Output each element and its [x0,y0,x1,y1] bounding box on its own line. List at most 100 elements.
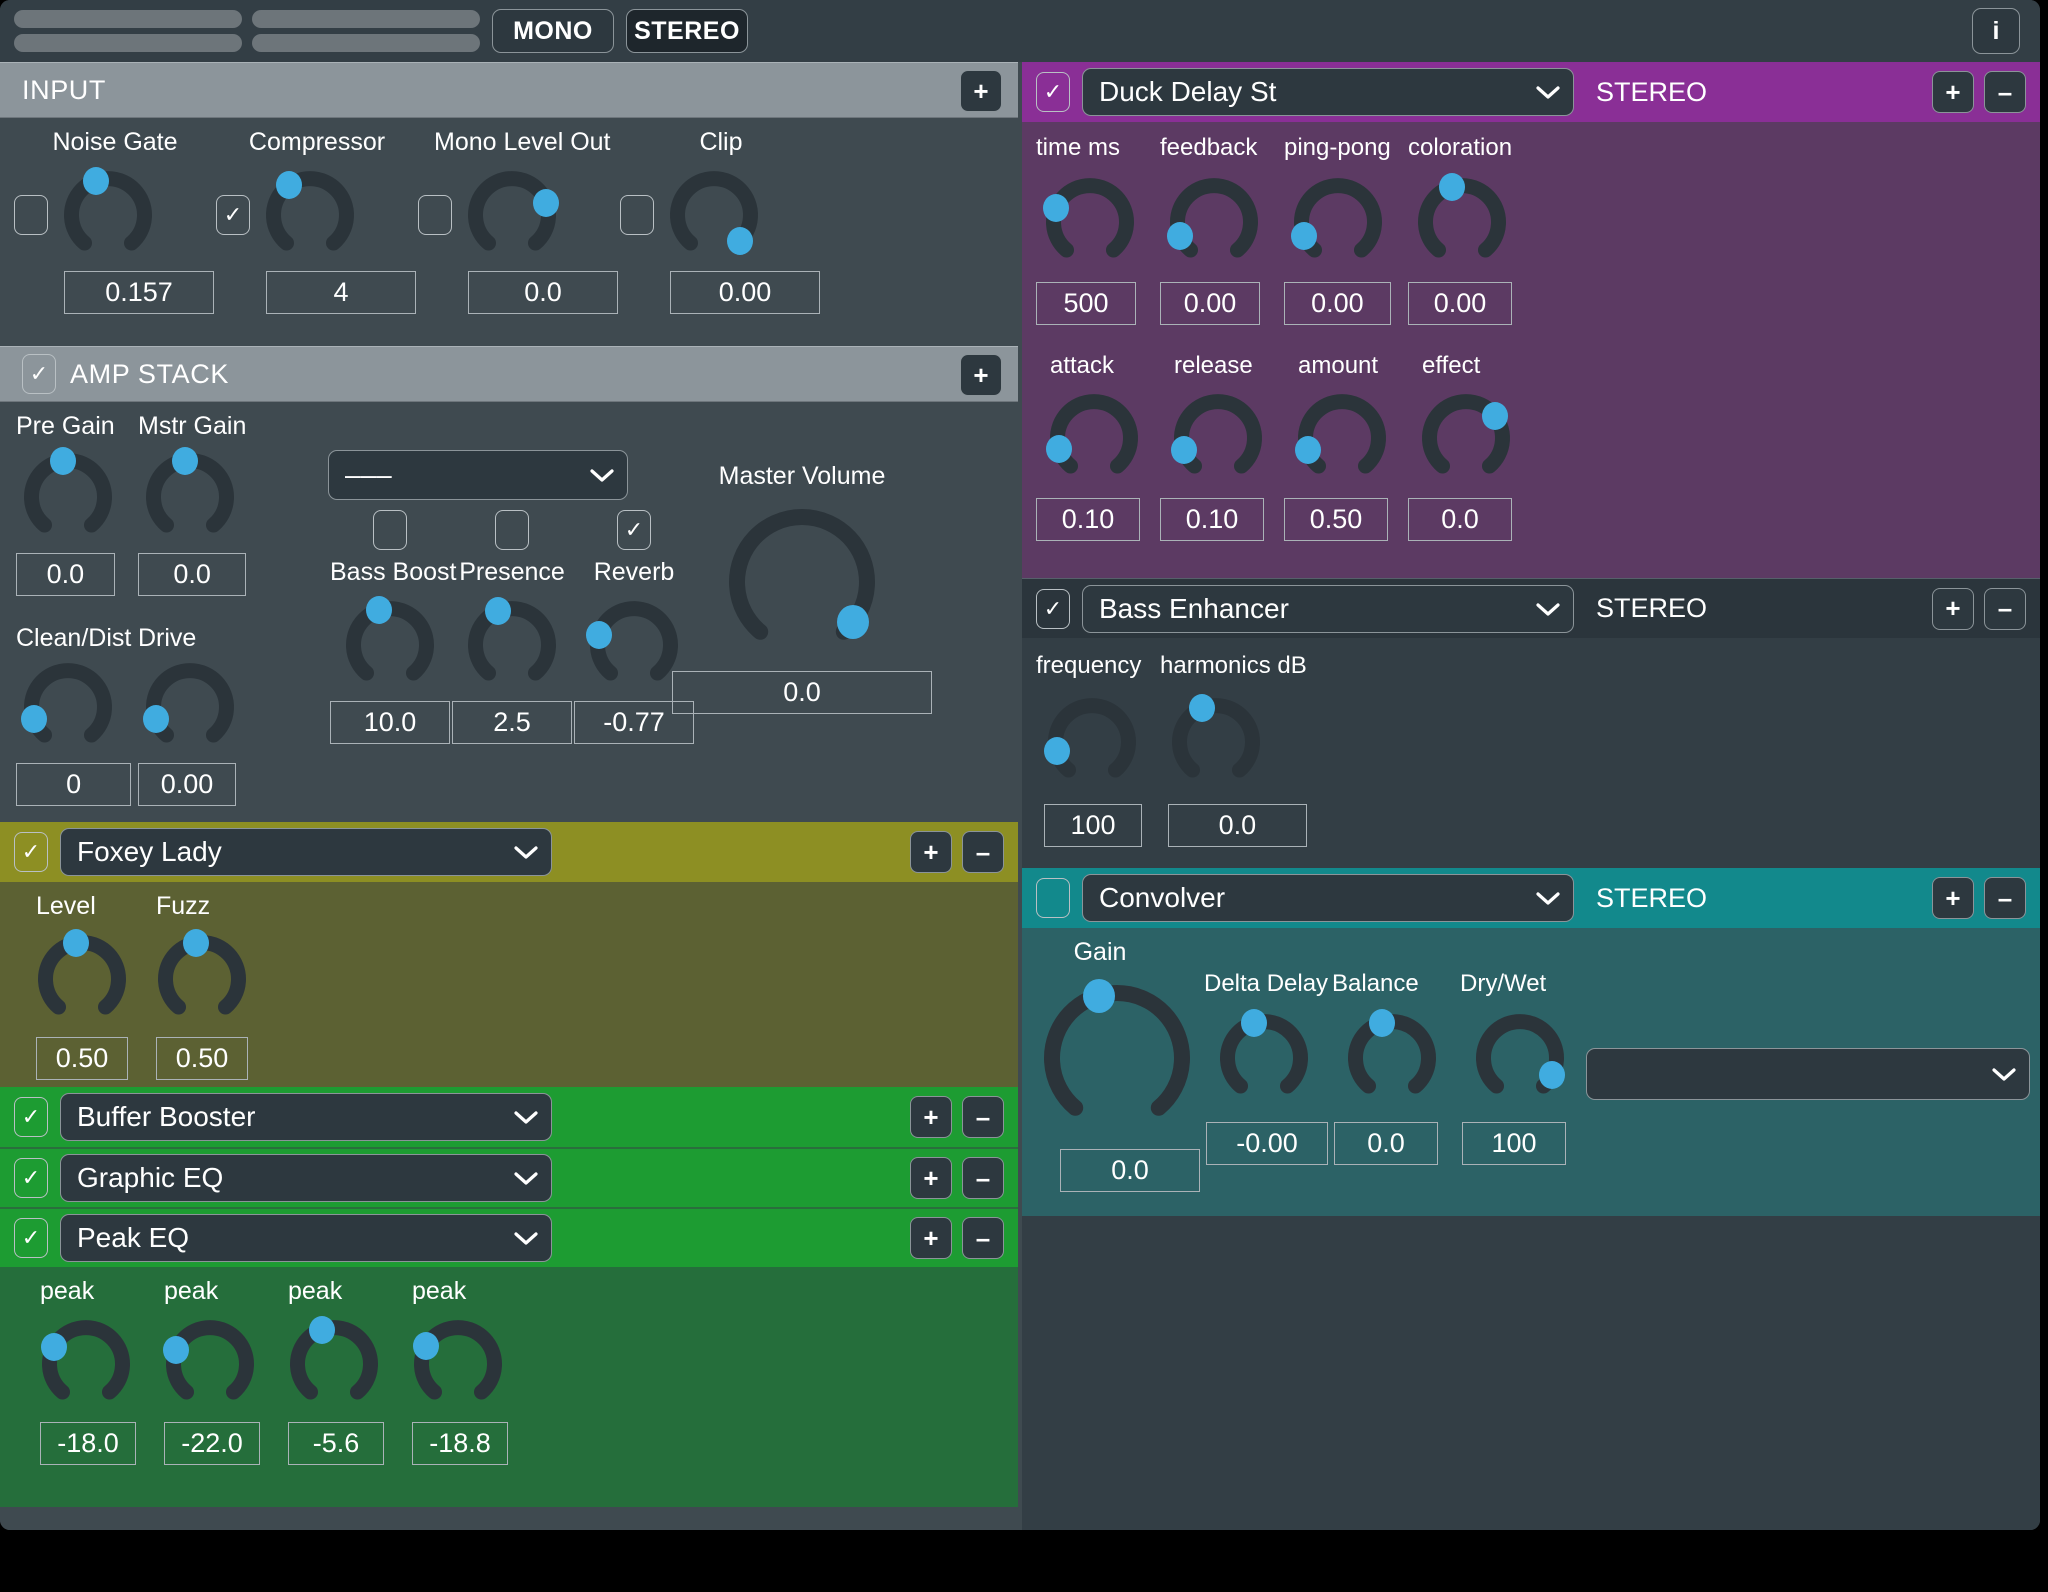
convolver-remove-button[interactable]: – [1984,877,2026,919]
value-field[interactable]: -0.00 [1206,1122,1329,1165]
toggle-checkbox[interactable] [373,510,407,550]
mono-button[interactable]: MONO [492,9,614,53]
foxey-lady-select[interactable]: Foxey Lady [60,828,552,876]
bass-enhancer-remove-button[interactable]: – [1984,587,2026,630]
knob[interactable] [22,446,114,543]
peak-eq-add-button[interactable]: + [910,1217,952,1259]
bass-enhancer-select[interactable]: Bass Enhancer [1082,584,1574,633]
knob[interactable] [1294,392,1388,484]
value-field[interactable]: 0.00 [138,763,236,806]
knob[interactable] [144,446,236,543]
value-field[interactable]: 0.0 [468,271,618,314]
value-field[interactable]: -22.0 [164,1422,260,1465]
knob[interactable] [1416,172,1508,268]
knob[interactable] [288,1315,380,1410]
toggle-checkbox[interactable] [495,510,529,550]
bass-enhancer-add-button[interactable]: + [1932,587,1974,630]
knob[interactable] [466,597,558,691]
convolver-enable-checkbox[interactable] [1036,878,1070,918]
amp-stack-add-button[interactable]: + [960,354,1002,396]
knob[interactable] [1170,392,1264,484]
value-field[interactable]: 0.157 [64,271,214,314]
duck-delay-select[interactable]: Duck Delay St [1082,68,1574,116]
value-field[interactable]: 0.00 [670,271,820,314]
value-field[interactable]: 0.50 [36,1037,128,1080]
duck-delay-add-button[interactable]: + [1932,71,1974,113]
knob[interactable] [62,166,154,261]
value-field[interactable]: 0.00 [1160,282,1260,325]
peak-eq-select[interactable]: Peak EQ [60,1214,552,1262]
peak-eq-enable-checkbox[interactable]: ✓ [14,1218,48,1258]
info-button[interactable]: i [1972,8,2020,54]
knob[interactable] [1046,392,1140,484]
value-field[interactable]: 0.50 [156,1037,248,1080]
peak-eq-remove-button[interactable]: – [962,1217,1004,1259]
buffer-booster-enable-checkbox[interactable]: ✓ [14,1097,48,1137]
value-field[interactable]: 0.0 [1168,804,1307,847]
value-field[interactable]: 0.0 [1408,498,1512,541]
knob[interactable] [1420,392,1512,484]
bass-enhancer-enable-checkbox[interactable]: ✓ [1036,588,1070,629]
convolver-add-button[interactable]: + [1932,877,1974,919]
value-field[interactable]: 0.0 [1334,1122,1438,1165]
knob[interactable] [1170,694,1262,788]
knob[interactable] [1043,696,1138,788]
graphic-eq-add-button[interactable]: + [910,1157,952,1199]
value-field[interactable]: 0.50 [1284,498,1388,541]
buffer-booster-select[interactable]: Buffer Booster [60,1093,552,1141]
knob[interactable] [412,1318,504,1410]
input-add-button[interactable]: + [960,70,1002,112]
graphic-eq-remove-button[interactable]: – [962,1157,1004,1199]
value-field[interactable]: -18.8 [412,1422,508,1465]
value-field[interactable]: 0.00 [1284,282,1391,325]
toggle-checkbox[interactable]: ✓ [216,195,250,235]
knob[interactable] [163,1318,256,1410]
stereo-button[interactable]: STEREO [626,9,748,53]
value-field[interactable]: 0.10 [1160,498,1264,541]
value-field[interactable]: 500 [1036,282,1136,325]
knob[interactable] [142,661,236,753]
value-field[interactable]: 4 [266,271,416,314]
knob[interactable] [264,169,356,261]
knob[interactable] [1474,1012,1566,1104]
duck-delay-remove-button[interactable]: – [1984,71,2026,113]
knob[interactable] [156,929,248,1025]
cabinet-select[interactable]: ––– [328,450,628,500]
knob[interactable] [1043,176,1136,268]
knob[interactable] [1218,1008,1310,1104]
value-field[interactable]: 100 [1462,1122,1566,1165]
value-field[interactable]: 100 [1044,804,1142,847]
graphic-eq-select[interactable]: Graphic EQ [60,1154,552,1202]
knob[interactable] [1042,978,1192,1133]
knob[interactable] [1346,1008,1438,1104]
value-field[interactable]: 0.0 [672,671,932,714]
knob[interactable] [40,1318,132,1410]
knob[interactable] [585,599,680,691]
knob[interactable] [344,596,436,691]
foxey-lady-remove-button[interactable]: – [962,831,1004,873]
convolver-select[interactable]: Convolver [1082,874,1574,922]
value-field[interactable]: 0.0 [16,553,115,596]
buffer-booster-remove-button[interactable]: – [962,1096,1004,1138]
knob[interactable] [466,169,560,261]
knob[interactable] [1291,176,1384,268]
value-field[interactable]: 0.0 [138,553,247,596]
value-field[interactable]: 0.00 [1408,282,1513,325]
convolver-ir-select[interactable] [1586,1048,2030,1100]
value-field[interactable]: 0.10 [1036,498,1140,541]
value-field[interactable]: -5.6 [288,1422,384,1465]
buffer-booster-add-button[interactable]: + [910,1096,952,1138]
value-field[interactable]: 2.5 [452,701,572,744]
knob[interactable] [36,929,128,1025]
knob[interactable] [668,169,760,261]
toggle-checkbox[interactable]: ✓ [617,510,651,550]
foxey-lady-enable-checkbox[interactable]: ✓ [14,832,48,872]
toggle-checkbox[interactable] [620,195,654,235]
value-field[interactable]: 10.0 [330,701,450,744]
toggle-checkbox[interactable] [14,195,48,235]
knob[interactable] [20,661,114,753]
knob[interactable] [1167,176,1260,268]
value-field[interactable]: -18.0 [40,1422,136,1465]
duck-delay-enable-checkbox[interactable]: ✓ [1036,72,1070,112]
foxey-lady-add-button[interactable]: + [910,831,952,873]
